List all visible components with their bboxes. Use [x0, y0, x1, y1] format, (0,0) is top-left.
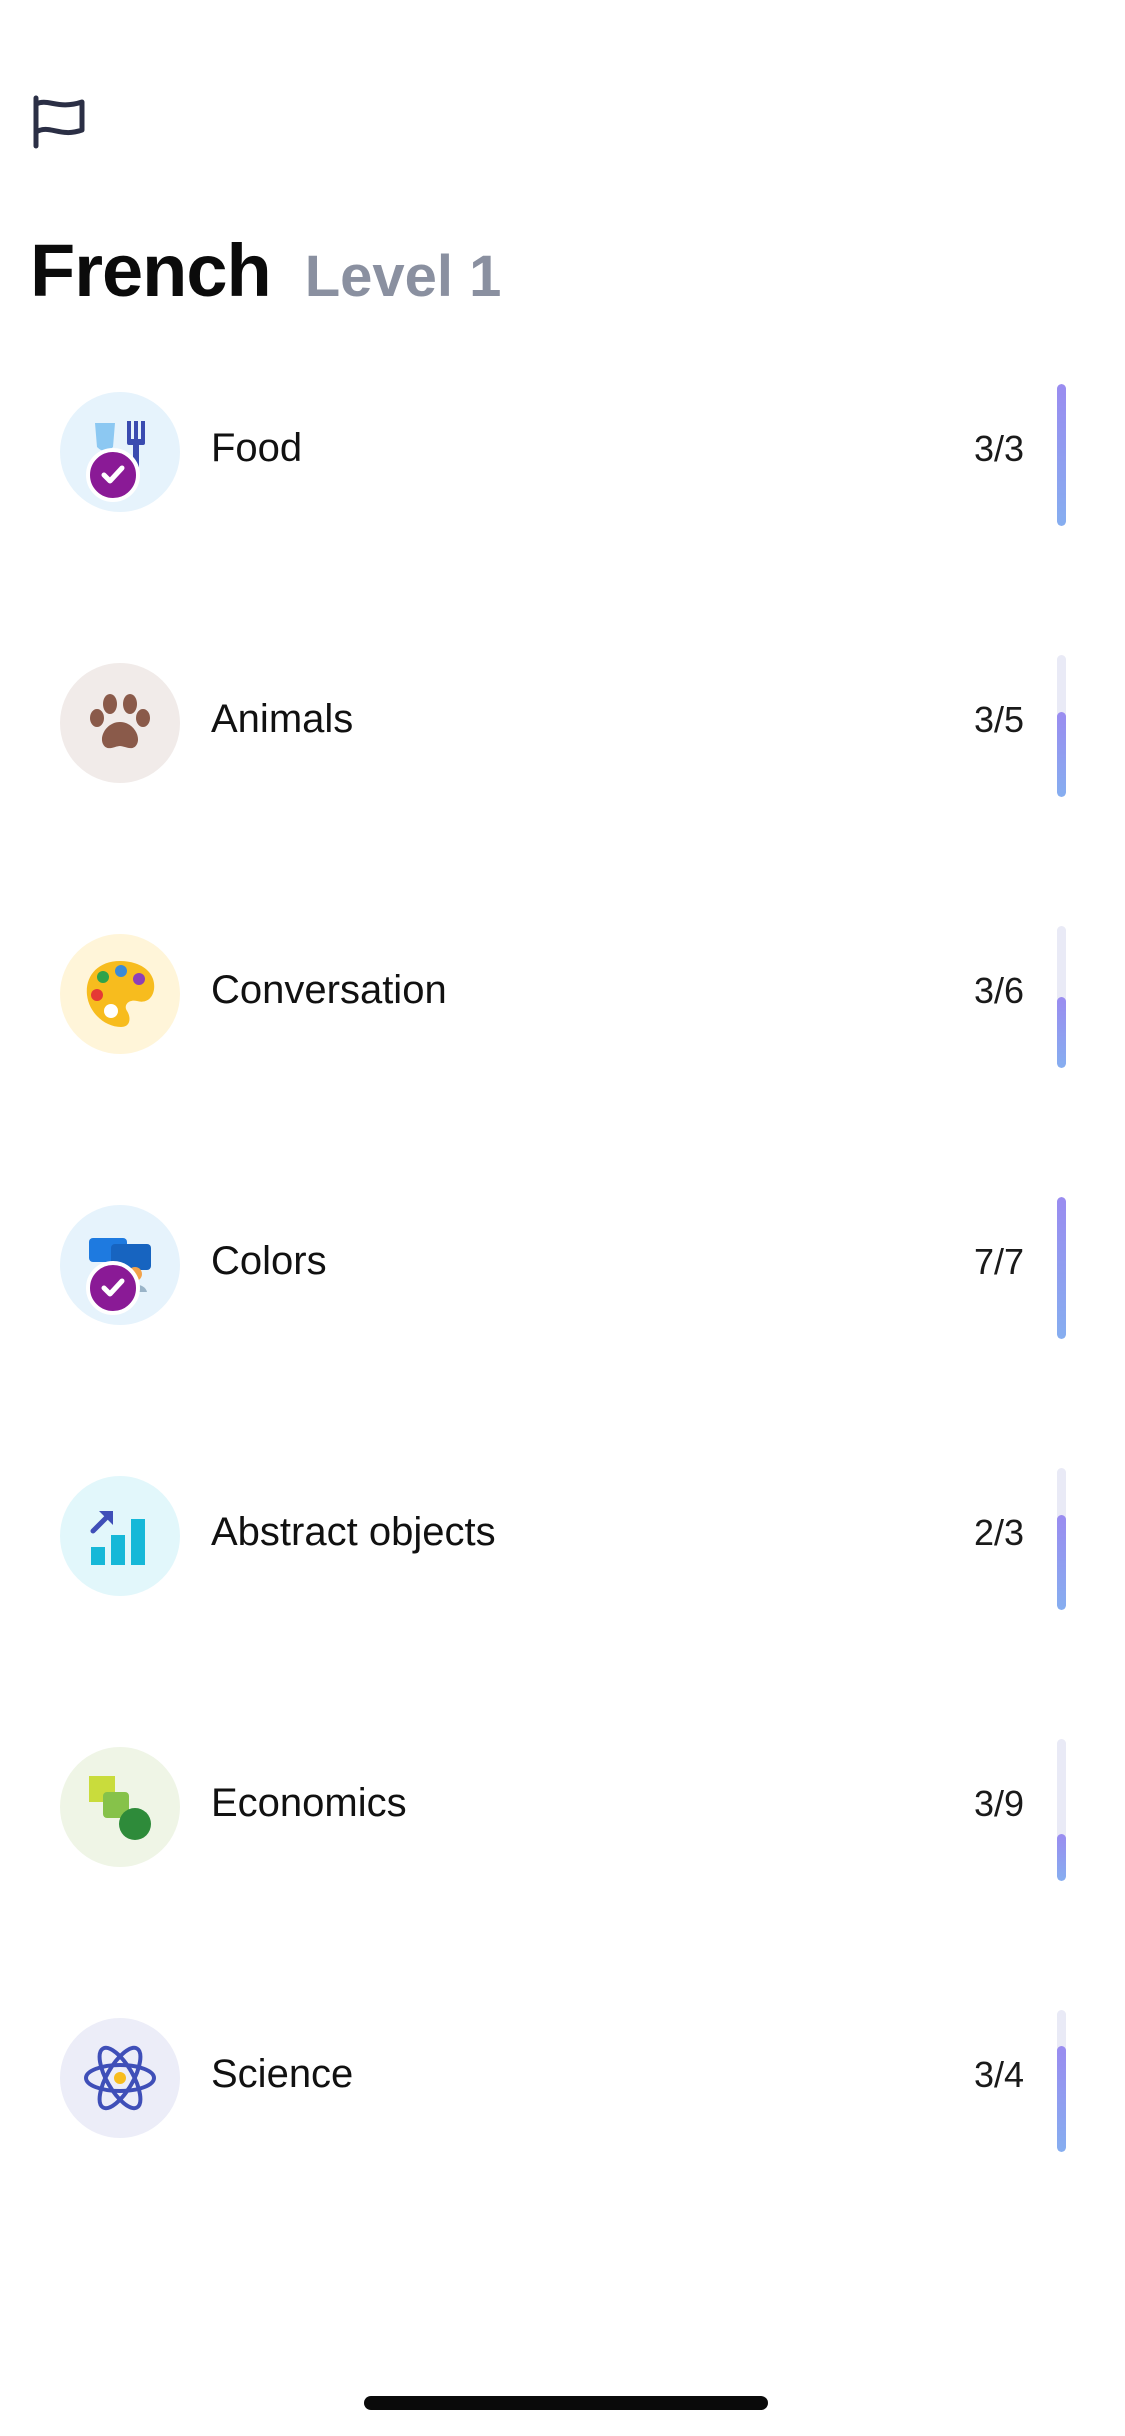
progress-bar-fill [1057, 384, 1066, 526]
topic-progress-count: 3/6 [973, 970, 1024, 1011]
topic-label: Science [211, 2052, 354, 2096]
topic-icon-circle [60, 1747, 180, 1867]
flag-button[interactable] [28, 94, 88, 150]
topic-row-abstract-objects[interactable]: Abstract objects 2/3 [0, 1468, 1125, 1741]
topic-row-science[interactable]: Science 3/4 [0, 2010, 1125, 2283]
progress-bar [1057, 1468, 1066, 1610]
progress-bar-fill [1057, 2045, 1066, 2152]
progress-bar [1057, 2010, 1066, 2152]
topic-icon-circle [60, 2018, 180, 2138]
progress-bar [1057, 655, 1066, 797]
topic-label: Food [211, 426, 303, 470]
topic-label: Animals [211, 697, 354, 741]
page-title: French [30, 229, 272, 312]
topic-label: Abstract objects [211, 1510, 496, 1554]
palette-icon [86, 961, 155, 1027]
completed-check-icon [86, 1261, 140, 1315]
topic-icon-circle [60, 663, 180, 783]
topic-label: Conversation [211, 968, 447, 1012]
completed-check-icon [86, 448, 140, 502]
progress-bar-fill [1057, 1833, 1066, 1881]
shapes-icon [89, 1776, 151, 1840]
flag-icon [33, 95, 85, 149]
progress-bar [1057, 926, 1066, 1068]
topic-progress-count: 3/4 [973, 2054, 1024, 2095]
progress-bar-fill [1057, 1515, 1066, 1610]
topic-label: Economics [211, 1781, 407, 1825]
progress-bar [1057, 384, 1066, 526]
topic-row-economics[interactable]: Economics 3/9 [0, 1739, 1125, 2012]
topic-progress-count: 3/3 [973, 428, 1024, 469]
bar-chart-icon [90, 1511, 145, 1565]
topic-progress-count: 2/3 [973, 1512, 1024, 1553]
topic-progress-count: 3/9 [973, 1783, 1024, 1824]
topic-progress-count: 3/5 [973, 699, 1024, 740]
topic-icon-circle [60, 1476, 180, 1596]
topic-row-food[interactable]: Food 3/3 [0, 384, 1125, 657]
topic-icon-circle [60, 934, 180, 1054]
topic-row-conversation[interactable]: Conversation 3/6 [0, 926, 1125, 1199]
topic-row-colors[interactable]: Colors 7/7 [0, 1197, 1125, 1470]
topic-progress-count: 7/7 [973, 1241, 1024, 1282]
paw-icon [90, 694, 150, 749]
level-label: Level 1 [304, 244, 502, 309]
progress-bar-fill [1057, 997, 1066, 1068]
home-indicator[interactable] [364, 2396, 768, 2410]
progress-bar [1057, 1197, 1066, 1339]
topic-label: Colors [211, 1239, 327, 1283]
page-header: French Level 1 [30, 228, 501, 313]
progress-bar [1057, 1739, 1066, 1881]
topic-list: Food 3/3 Animals 3/5 Conversation 3/6 Co… [0, 384, 1125, 2283]
progress-bar-fill [1057, 711, 1066, 797]
progress-bar-fill [1057, 1197, 1066, 1339]
topic-row-animals[interactable]: Animals 3/5 [0, 655, 1125, 928]
atom-icon [84, 2045, 156, 2111]
